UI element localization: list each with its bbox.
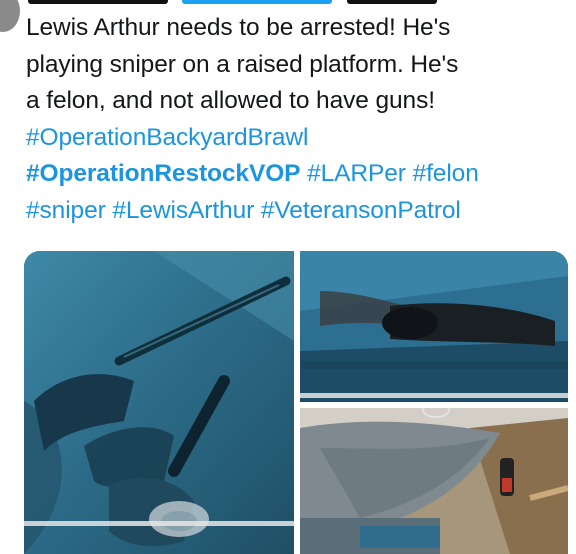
platform-photo[interactable]	[300, 408, 568, 554]
media-overlay-bar	[300, 393, 568, 398]
hashtag-felon[interactable]: #felon	[413, 160, 479, 187]
tweet-line: a felon, and not allowed to have guns!	[26, 87, 435, 114]
hashtag-restock-vop[interactable]: #OperationRestockVOP	[26, 160, 301, 187]
platform-image	[300, 408, 568, 554]
timestamp-cut	[346, 0, 437, 4]
handle-cut[interactable]	[182, 0, 333, 4]
scope-image	[300, 251, 568, 402]
hashtag-larper[interactable]: #LARPer	[307, 160, 406, 187]
tweet-text: Lewis Arthur needs to be arrested! He's …	[26, 10, 574, 229]
media-grid	[24, 251, 568, 554]
hashtag-sniper[interactable]: #sniper	[26, 197, 106, 224]
display-name-cut	[28, 0, 168, 4]
scope-photo[interactable]	[300, 251, 568, 402]
hashtag-veterans-on-patrol[interactable]: #VeteransonPatrol	[261, 197, 461, 224]
hashtag-backyard-brawl[interactable]: #OperationBackyardBrawl	[26, 124, 308, 151]
avatar[interactable]	[0, 0, 20, 32]
tweet-line: playing sniper on a raised platform. He'…	[26, 50, 459, 78]
media-overlay-bar	[24, 521, 294, 526]
rifle-image	[24, 251, 294, 554]
tweet-header	[28, 0, 458, 5]
tweet-line: Lewis Arthur needs to be arrested! He's	[26, 14, 451, 41]
hashtag-lewis-arthur[interactable]: #LewisArthur	[112, 197, 254, 224]
rifle-photo[interactable]	[24, 251, 294, 554]
